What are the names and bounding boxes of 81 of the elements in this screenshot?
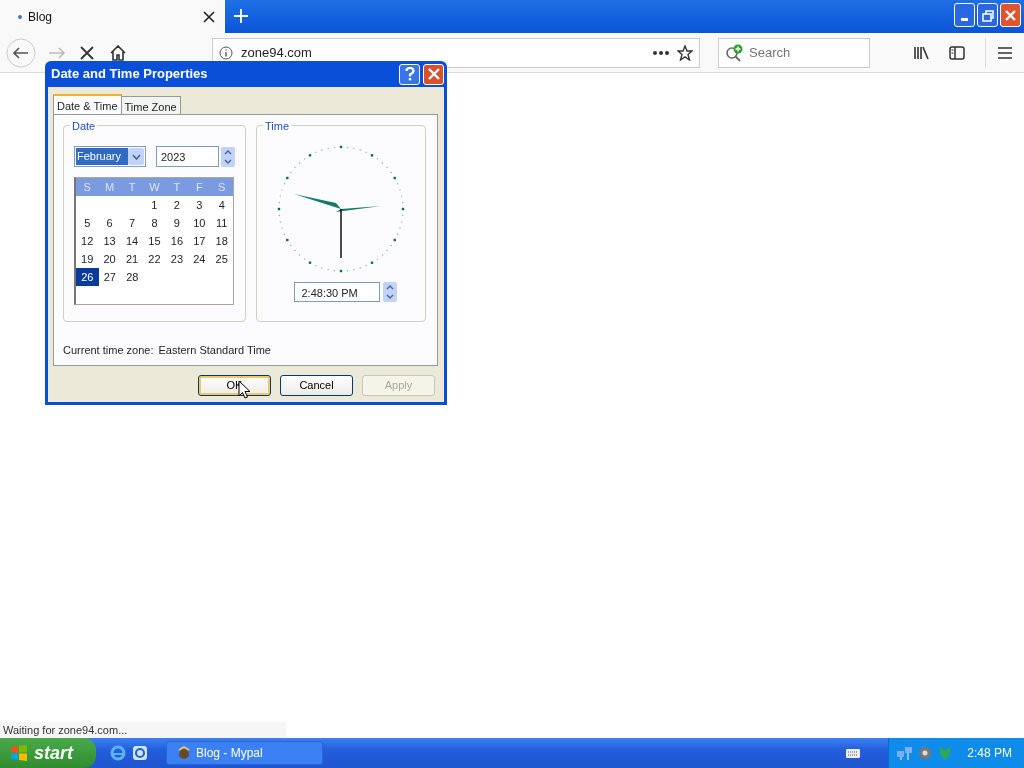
weekday-label: T — [172, 180, 182, 195]
search-field[interactable]: Search — [718, 37, 870, 68]
calendar-day[interactable]: 19 — [76, 250, 99, 268]
year-field[interactable]: 2023 — [156, 146, 219, 167]
calendar-day[interactable]: 27 — [98, 268, 121, 286]
home-icon[interactable] — [110, 44, 126, 61]
calendar-day[interactable]: 24 — [188, 250, 211, 268]
calendar-day[interactable]: 26 — [76, 268, 99, 286]
time-field[interactable]: 2:48:30 PM — [293, 282, 380, 302]
keyboard-icon[interactable] — [846, 747, 861, 759]
weekday-label: M — [104, 180, 116, 195]
minimize-button[interactable] — [954, 3, 975, 27]
tab[interactable]: Date & Time — [53, 94, 122, 114]
menu-icon[interactable] — [998, 46, 1012, 59]
minimize-icon — [961, 18, 968, 21]
loading-dot-icon — [18, 14, 22, 19]
calendar-day[interactable]: 25 — [210, 250, 233, 268]
close-icon — [427, 68, 440, 80]
browser-tab[interactable]: Blog — [0, 0, 225, 33]
sidebar-icon[interactable] — [949, 45, 965, 60]
close-button[interactable] — [423, 63, 444, 85]
address-bar[interactable]: zone94.com — [212, 37, 700, 68]
calendar-day[interactable]: 13 — [98, 232, 121, 250]
calendar-day[interactable]: 28 — [121, 268, 144, 286]
time-spinner[interactable] — [382, 282, 397, 302]
dialog-button[interactable]: Cancel — [280, 375, 353, 396]
calendar-day[interactable]: 6 — [98, 214, 121, 232]
tab[interactable]: Time Zone — [120, 96, 181, 114]
calendar-day[interactable]: 2 — [165, 196, 188, 214]
stop-icon[interactable] — [80, 45, 94, 60]
calendar-day[interactable]: 21 — [120, 250, 144, 268]
calendar-day[interactable]: 7 — [120, 214, 144, 232]
back-icon[interactable] — [6, 37, 36, 68]
calendar-day[interactable]: 22 — [143, 250, 166, 268]
window-title: Date and Time Properties — [51, 65, 209, 84]
more-icon[interactable] — [653, 50, 669, 55]
help-button[interactable] — [399, 63, 420, 85]
month-dropdown[interactable]: February — [74, 146, 146, 167]
restore-button[interactable] — [977, 3, 998, 27]
new-tab-icon[interactable] — [234, 9, 248, 23]
calendar-day[interactable]: 3 — [188, 196, 211, 214]
speaker-icon[interactable] — [917, 745, 934, 761]
calendar-day[interactable]: 12 — [76, 232, 99, 250]
calendar-day[interactable]: 18 — [210, 232, 233, 250]
info-icon — [219, 45, 233, 60]
calendar-day[interactable]: 23 — [165, 250, 189, 268]
calendar-day[interactable]: 11 — [210, 214, 233, 232]
restore-icon — [980, 7, 995, 23]
calendar-day[interactable]: 4 — [210, 196, 233, 214]
calendar-day[interactable]: 14 — [120, 232, 144, 250]
clock-text: 2:48 PM — [967, 745, 1012, 762]
weekday-label: S — [82, 180, 92, 195]
chevron-down-icon — [131, 153, 141, 160]
calendar-day[interactable]: 5 — [76, 214, 99, 232]
weekday-label: S — [217, 180, 227, 195]
calendar-day[interactable]: 10 — [188, 214, 211, 232]
status-text: Waiting for zone94.com... — [0, 722, 286, 738]
timezone-value: Eastern Standard Time — [158, 343, 271, 358]
calendar-day[interactable]: 20 — [98, 250, 121, 268]
calendar-day[interactable]: 1 — [143, 196, 166, 214]
library-icon[interactable] — [913, 45, 929, 60]
close-icon — [1003, 7, 1018, 23]
calendar-day[interactable]: 15 — [143, 232, 166, 250]
browser-e-icon[interactable] — [110, 745, 126, 761]
close-button[interactable] — [1000, 3, 1021, 27]
weekday-label: T — [127, 180, 137, 195]
app-icon — [177, 746, 191, 760]
start-button[interactable]: start — [0, 738, 96, 768]
close-icon[interactable] — [203, 10, 215, 23]
calendar-day[interactable]: 16 — [165, 232, 189, 250]
weekday-label: F — [194, 180, 204, 195]
calendar-day[interactable]: 17 — [188, 232, 211, 250]
year-spinner[interactable] — [221, 146, 235, 167]
star-icon[interactable] — [677, 44, 693, 61]
taskbar-button[interactable]: Blog - Mypal — [166, 741, 323, 765]
calendar-day[interactable]: 9 — [165, 214, 189, 232]
help-icon — [404, 67, 415, 81]
windows-logo-icon — [10, 744, 28, 762]
calendar-day[interactable]: 8 — [143, 214, 166, 232]
weekday-label: W — [148, 180, 161, 195]
timezone-label: Current time zone: — [63, 343, 154, 358]
